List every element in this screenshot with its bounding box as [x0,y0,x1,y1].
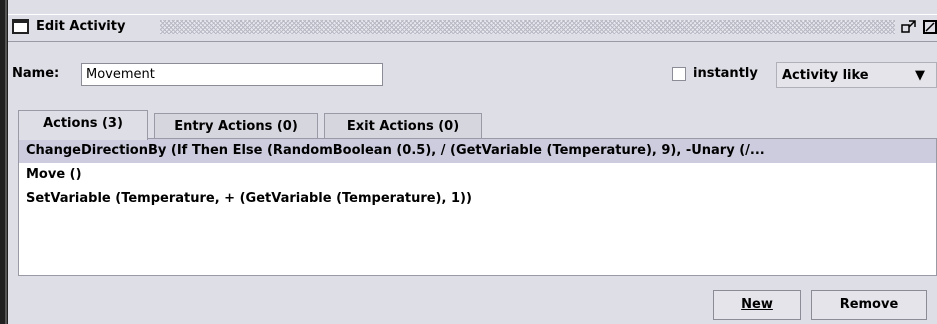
list-item[interactable]: SetVariable (Temperature, + (GetVariable… [19,187,936,211]
name-input[interactable] [81,63,383,86]
title-bar-grip [160,20,895,34]
activity-mode-select[interactable]: Activity like ▼ [776,62,937,88]
restore-down-icon[interactable] [900,17,918,37]
instantly-checkbox[interactable] [672,67,686,81]
new-button[interactable]: New [713,290,801,320]
name-row: Name: instantly Activity like ▼ [8,58,937,92]
window-frame-edge [0,0,8,324]
action-tabs: Actions (3) Entry Actions (0) Exit Actio… [8,110,937,140]
tab-actions[interactable]: Actions (3) [18,110,148,140]
button-bar: New Remove [8,276,937,324]
window-icon [12,19,29,34]
edit-activity-window: Edit Activity Name: instantly Activity l… [8,0,937,324]
instantly-label[interactable]: instantly [693,66,758,81]
list-item[interactable]: ChangeDirectionBy (If Then Else (RandomB… [19,139,936,163]
tab-exit-actions[interactable]: Exit Actions (0) [324,113,482,139]
maximize-icon[interactable] [922,17,937,37]
window-title: Edit Activity [36,19,126,34]
new-button-label: New [741,297,773,312]
list-item[interactable]: Move () [19,163,936,187]
title-bar[interactable]: Edit Activity [8,14,937,42]
activity-mode-value: Activity like [782,68,869,83]
remove-button-label: Remove [839,297,899,312]
actions-list[interactable]: ChangeDirectionBy (If Then Else (RandomB… [18,138,937,276]
tab-entry-actions[interactable]: Entry Actions (0) [154,113,318,139]
name-label: Name: [12,66,60,81]
top-strip [8,0,937,15]
dropdown-arrow-icon: ▼ [915,68,925,83]
remove-button[interactable]: Remove [811,290,927,320]
